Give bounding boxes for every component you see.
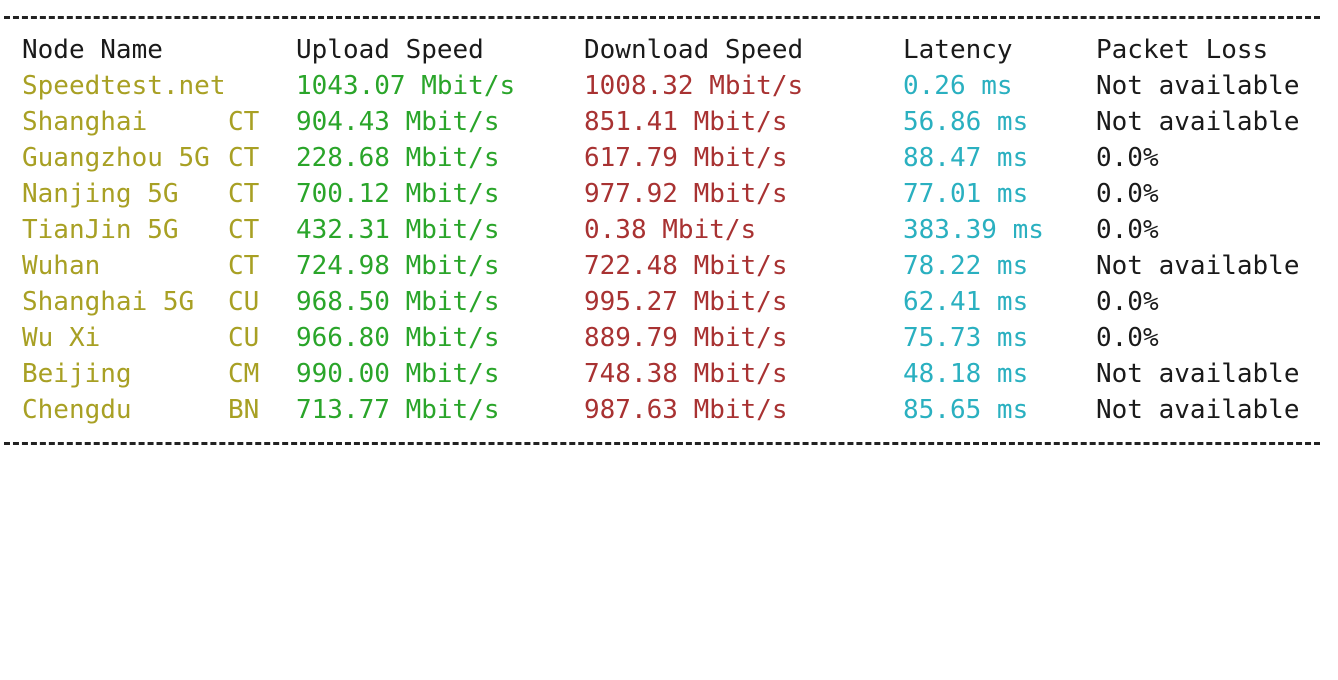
node-name: Nanjing 5G (22, 179, 179, 209)
node-name: Speedtest.net (22, 71, 226, 101)
download-speed: 722.48 Mbit/s (584, 251, 788, 281)
packet-loss: Not available (1096, 251, 1300, 281)
node-isp: CU (228, 287, 260, 317)
packet-loss: Not available (1096, 107, 1300, 137)
download-speed: 617.79 Mbit/s (584, 143, 788, 173)
node-name: Wuhan (22, 251, 101, 281)
table-row: Guangzhou 5G CT 228.68 Mbit/s 617.79 Mbi… (0, 140, 1338, 176)
upload-speed: 990.00 Mbit/s (296, 359, 500, 389)
node-name: Shanghai (22, 107, 148, 137)
node-isp: CU (228, 323, 260, 353)
top-separator (4, 16, 1320, 19)
table-row: Beijing CM 990.00 Mbit/s 748.38 Mbit/s 4… (0, 356, 1338, 392)
latency: 48.18 ms (903, 359, 1029, 389)
node-isp: CT (228, 143, 260, 173)
table-header: Node Name Upload Speed Download Speed La… (0, 32, 1338, 68)
download-speed: 995.27 Mbit/s (584, 287, 788, 317)
packet-loss: Not available (1096, 359, 1300, 389)
latency: 62.41 ms (903, 287, 1029, 317)
download-speed: 977.92 Mbit/s (584, 179, 788, 209)
download-speed: 889.79 Mbit/s (584, 323, 788, 353)
download-speed: 851.41 Mbit/s (584, 107, 788, 137)
header-download-speed: Download Speed (584, 35, 804, 65)
packet-loss: 0.0% (1096, 143, 1159, 173)
node-name: Guangzhou 5G (22, 143, 210, 173)
node-name: TianJin 5G (22, 215, 179, 245)
upload-speed: 724.98 Mbit/s (296, 251, 500, 281)
node-isp: BN (228, 395, 260, 425)
latency: 88.47 ms (903, 143, 1029, 173)
upload-speed: 713.77 Mbit/s (296, 395, 500, 425)
download-speed: 1008.32 Mbit/s (584, 71, 804, 101)
latency: 75.73 ms (903, 323, 1029, 353)
upload-speed: 968.50 Mbit/s (296, 287, 500, 317)
header-upload-speed: Upload Speed (296, 35, 484, 65)
header-latency: Latency (903, 35, 1013, 65)
header-packet-loss: Packet Loss (1096, 35, 1269, 65)
upload-speed: 432.31 Mbit/s (296, 215, 500, 245)
node-name: Wu Xi (22, 323, 101, 353)
node-isp: CT (228, 251, 260, 281)
upload-speed: 966.80 Mbit/s (296, 323, 500, 353)
table-row: Chengdu BN 713.77 Mbit/s 987.63 Mbit/s 8… (0, 392, 1338, 428)
download-speed: 748.38 Mbit/s (584, 359, 788, 389)
node-isp: CT (228, 179, 260, 209)
bottom-separator (4, 442, 1320, 445)
node-isp: CM (228, 359, 260, 389)
table-row: Shanghai CT 904.43 Mbit/s 851.41 Mbit/s … (0, 104, 1338, 140)
packet-loss: Not available (1096, 395, 1300, 425)
table-row: Shanghai 5G CU 968.50 Mbit/s 995.27 Mbit… (0, 284, 1338, 320)
packet-loss: 0.0% (1096, 323, 1159, 353)
table-row: TianJin 5G CT 432.31 Mbit/s 0.38 Mbit/s … (0, 212, 1338, 248)
node-name: Beijing (22, 359, 132, 389)
latency: 383.39 ms (903, 215, 1044, 245)
table-row: Wu Xi CU 966.80 Mbit/s 889.79 Mbit/s 75.… (0, 320, 1338, 356)
node-isp: CT (228, 107, 260, 137)
header-node-name: Node Name (22, 35, 163, 65)
latency: 56.86 ms (903, 107, 1029, 137)
packet-loss: Not available (1096, 71, 1300, 101)
node-name: Chengdu (22, 395, 132, 425)
table-row: Speedtest.net 1043.07 Mbit/s 1008.32 Mbi… (0, 68, 1338, 104)
node-isp: CT (228, 215, 260, 245)
upload-speed: 1043.07 Mbit/s (296, 71, 516, 101)
latency: 0.26 ms (903, 71, 1013, 101)
download-speed: 987.63 Mbit/s (584, 395, 788, 425)
packet-loss: 0.0% (1096, 215, 1159, 245)
latency: 78.22 ms (903, 251, 1029, 281)
latency: 85.65 ms (903, 395, 1029, 425)
upload-speed: 904.43 Mbit/s (296, 107, 500, 137)
terminal-output: Node Name Upload Speed Download Speed La… (0, 0, 1338, 460)
upload-speed: 228.68 Mbit/s (296, 143, 500, 173)
download-speed: 0.38 Mbit/s (584, 215, 757, 245)
upload-speed: 700.12 Mbit/s (296, 179, 500, 209)
node-name: Shanghai 5G (22, 287, 195, 317)
latency: 77.01 ms (903, 179, 1029, 209)
table-row: Wuhan CT 724.98 Mbit/s 722.48 Mbit/s 78.… (0, 248, 1338, 284)
packet-loss: 0.0% (1096, 179, 1159, 209)
packet-loss: 0.0% (1096, 287, 1159, 317)
table-row: Nanjing 5G CT 700.12 Mbit/s 977.92 Mbit/… (0, 176, 1338, 212)
